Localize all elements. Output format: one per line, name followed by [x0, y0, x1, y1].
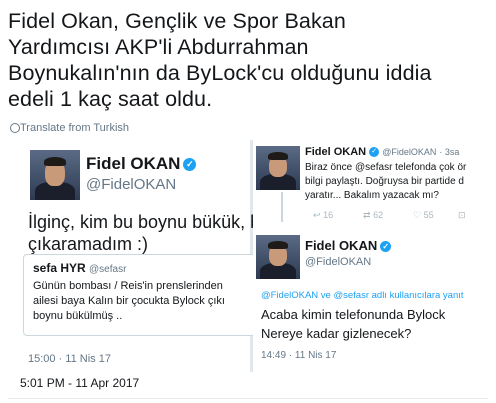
verified-badge-icon: ✓ — [369, 147, 380, 158]
retweet-count: 62 — [373, 210, 384, 220]
reply-count: 16 — [323, 210, 334, 220]
tweet-media[interactable]: Fidel OKAN ✓ @FidelOKAN İlginç, kim bu bo… — [18, 140, 496, 372]
globe-icon — [10, 123, 20, 133]
author-name: Fidel OKAN — [305, 146, 367, 158]
quote-text-line: ailesi baya Kalın bir çocukta Bylock çık… — [33, 295, 225, 307]
retweet-action: ⇄ 62 — [363, 210, 383, 221]
tweet-text-line: İlginç, kim bu boynu bükük, b — [28, 212, 261, 232]
avatar — [256, 235, 300, 279]
author-name: Fidel OKAN — [86, 154, 181, 173]
tweet-text-line: Nereye kadar gizlenecek? — [261, 326, 412, 341]
tweet-datetime[interactable]: 5:01 PM - 11 Apr 2017 — [20, 376, 139, 390]
tweet-timestamp: 15:00 · 11 Nis 17 — [28, 353, 111, 365]
tweet-text: Fidel Okan, Gençlik ve Spor Bakan Yardım… — [8, 9, 432, 111]
author-handle: @FidelOKAN — [382, 147, 437, 157]
reply-action: ↩ 16 — [313, 210, 333, 221]
translate-link[interactable]: Translate from Turkish — [10, 122, 130, 134]
avatar — [30, 150, 80, 200]
reply-icon: ↩ — [313, 210, 321, 220]
author-handle: @FidelOKAN — [305, 256, 372, 268]
tweet-text-line: çıkaramadım :) — [28, 234, 149, 254]
more-icon: ⊡ — [458, 210, 466, 220]
replying-to: @FidelOKAN ve @sefasr adlı kullanıcılara… — [261, 290, 464, 301]
like-count: 55 — [423, 210, 434, 220]
heart-icon: ♡ — [413, 210, 422, 220]
tweet-text-line: bilgi paylaştı. Doğruysa bir partide d — [305, 176, 464, 187]
verified-badge-icon: ✓ — [380, 241, 392, 253]
tweet-text-line: Biraz önce @sefasr telefonda çok ör — [305, 162, 467, 173]
retweet-icon: ⇄ — [363, 210, 371, 220]
divider — [8, 398, 488, 399]
quote-text-line: Günün bombası / Reis'in prenslerinden — [33, 280, 223, 292]
author-name: Fidel OKAN — [305, 238, 378, 253]
tweet-text-line: yaratır... Bakalım yazacak mı? — [305, 190, 439, 201]
quoted-tweet: sefa HYR @sefasr Günün bombası / Reis'in… — [23, 254, 265, 336]
quote-text-line: boynu bükülmüş .. — [33, 310, 123, 322]
left-screenshot-card: Fidel OKAN ✓ @FidelOKAN İlginç, kim bu bo… — [18, 140, 265, 372]
quote-author-name: sefa HYR — [33, 261, 86, 275]
translate-label: Translate from Turkish — [20, 122, 130, 134]
thread-connector — [281, 192, 283, 222]
author-handle: @FidelOKAN — [86, 176, 177, 193]
right-screenshot-card: Fidel OKAN ✓ @FidelOKAN · 3sa Biraz önce … — [253, 140, 496, 372]
tweet-time: · 3sa — [439, 147, 460, 157]
quote-author-handle: @sefasr — [89, 264, 127, 275]
avatar — [256, 146, 300, 190]
tweet-text-line: Acaba kimin telefonunda Bylock — [261, 307, 446, 322]
like-action: ♡ 55 — [413, 210, 434, 221]
tweet-timestamp: 14:49 · 11 Nis 17 — [261, 350, 337, 361]
verified-badge-icon: ✓ — [183, 158, 197, 172]
